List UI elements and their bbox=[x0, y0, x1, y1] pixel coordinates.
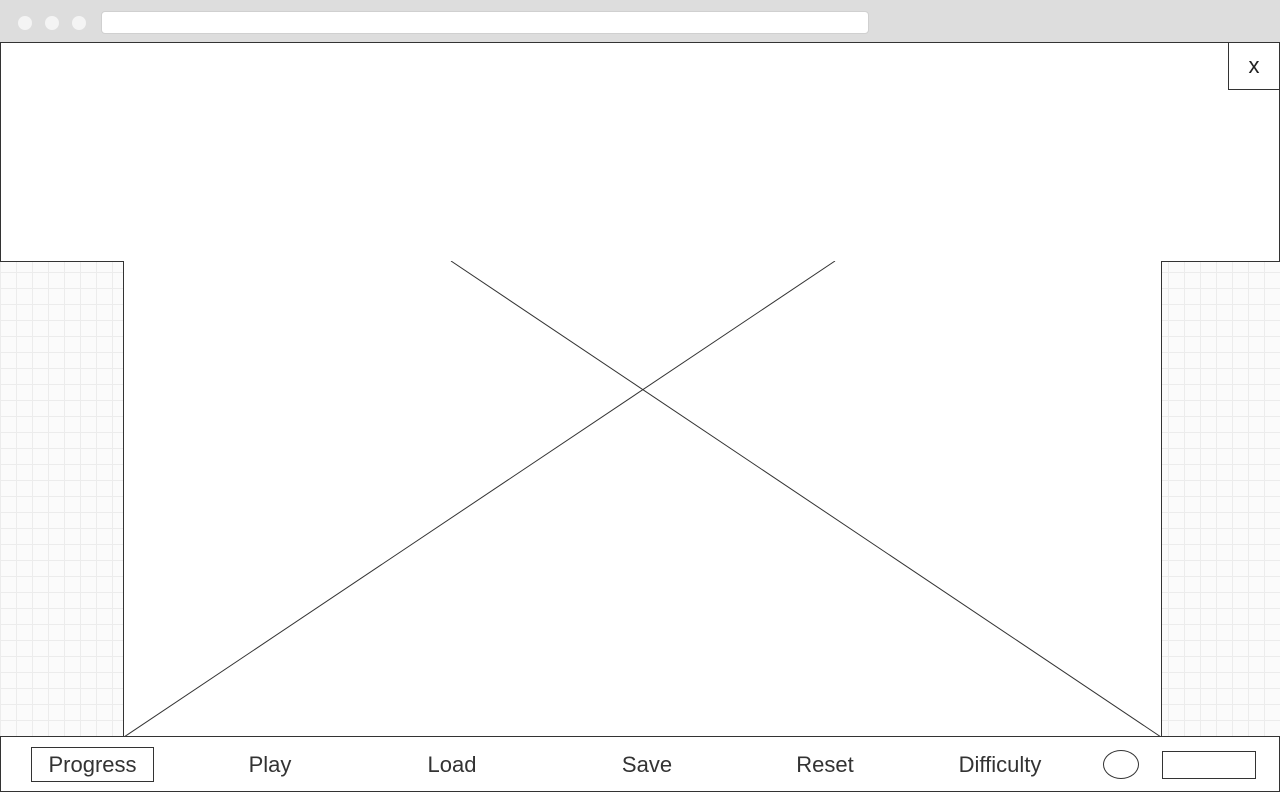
reset-button[interactable]: Reset bbox=[783, 747, 867, 782]
game-image-placeholder bbox=[123, 261, 1162, 737]
difficulty-button[interactable]: Difficulty bbox=[946, 747, 1054, 782]
progress-button[interactable]: Progress bbox=[31, 747, 154, 782]
placeholder-cross-icon bbox=[124, 261, 1162, 737]
play-button[interactable]: Play bbox=[229, 747, 311, 782]
difficulty-input[interactable] bbox=[1162, 751, 1256, 779]
close-button[interactable]: x bbox=[1228, 42, 1280, 90]
window-close-dot[interactable] bbox=[18, 16, 32, 30]
window-minimize-dot[interactable] bbox=[45, 16, 59, 30]
window-maximize-dot[interactable] bbox=[72, 16, 86, 30]
browser-chrome bbox=[0, 0, 1280, 43]
load-button[interactable]: Load bbox=[411, 747, 493, 782]
page: x Progress Play Load Save Reset Difficul… bbox=[0, 0, 1280, 792]
save-button[interactable]: Save bbox=[606, 747, 688, 782]
bottom-toolbar: Progress Play Load Save Reset Difficulty bbox=[0, 736, 1280, 792]
difficulty-radio[interactable] bbox=[1103, 750, 1139, 779]
address-bar[interactable] bbox=[101, 11, 869, 34]
header-panel: x bbox=[0, 42, 1280, 262]
